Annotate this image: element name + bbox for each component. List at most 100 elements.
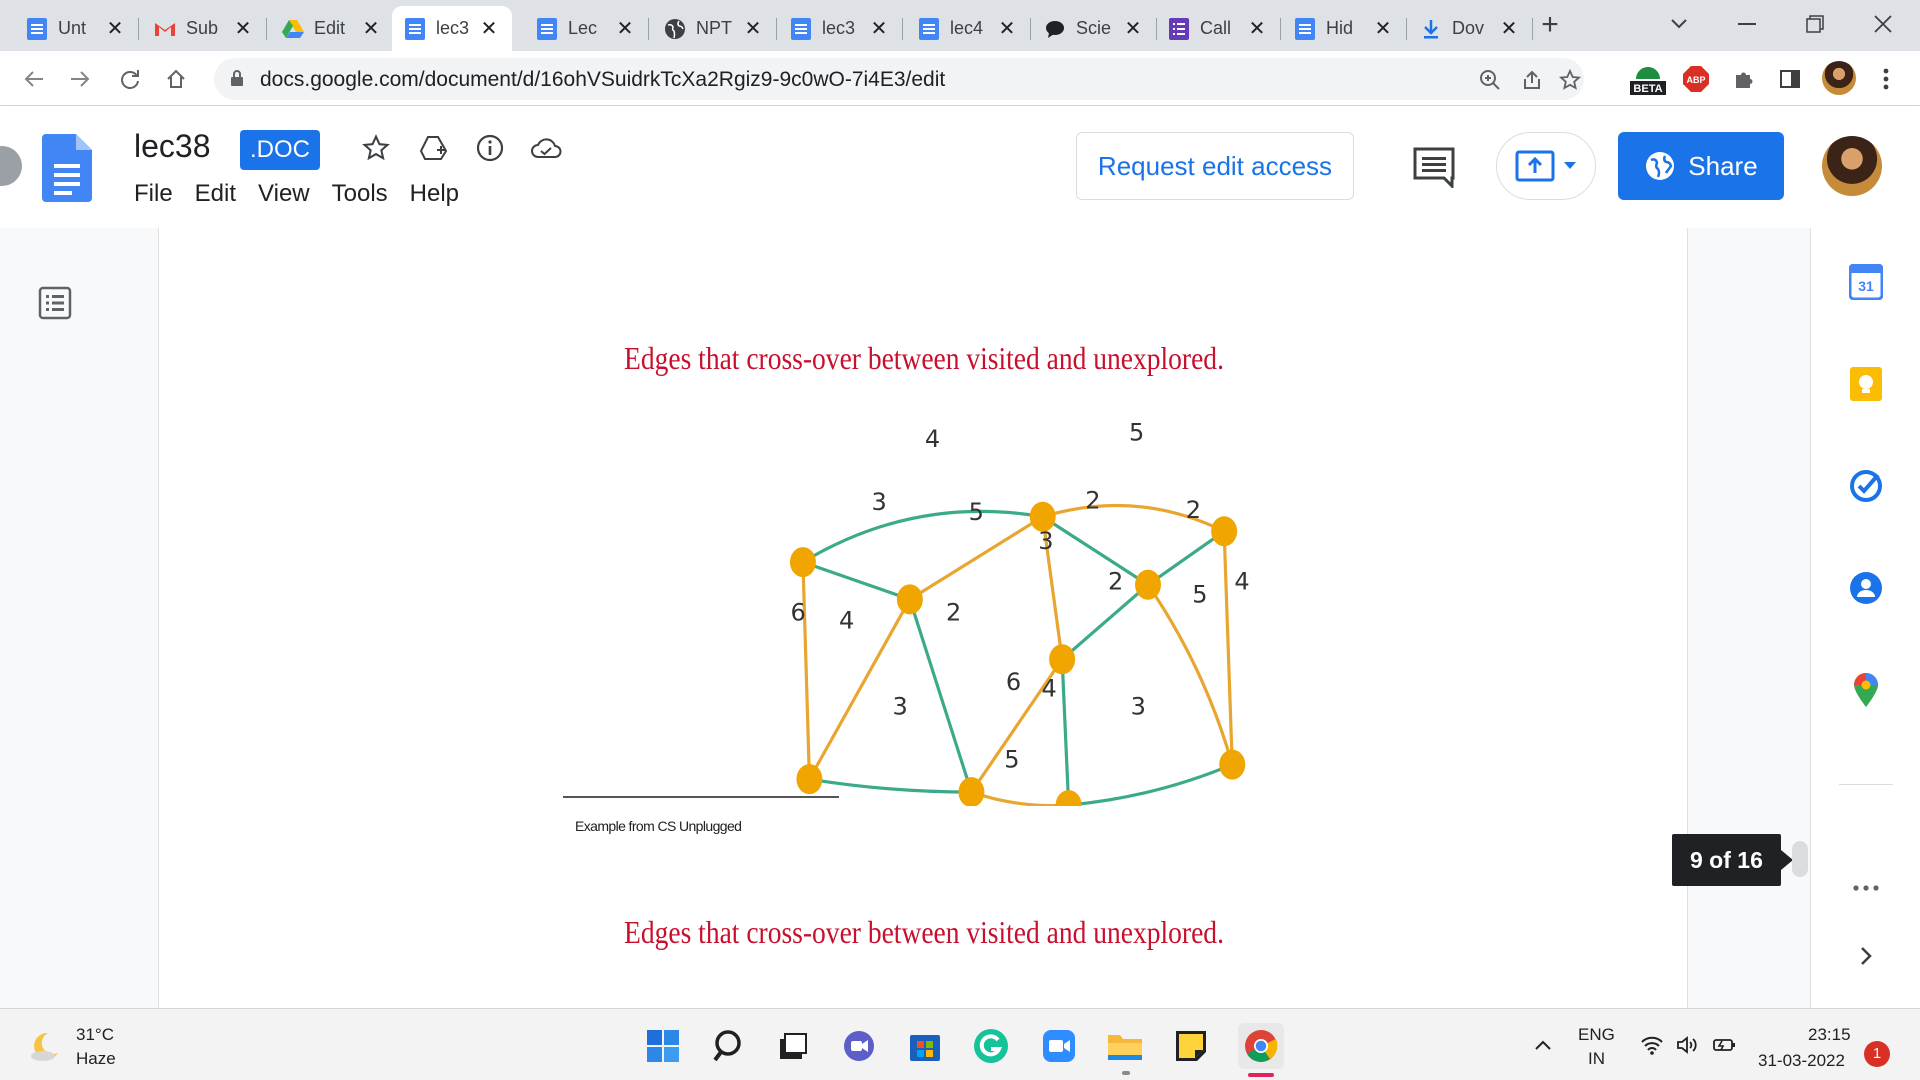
browser-tab[interactable]: Dov ✕ — [1408, 6, 1533, 51]
tray-overflow-icon[interactable] — [1534, 1031, 1552, 1057]
tab-title: Lec — [568, 18, 598, 38]
grammarly-icon[interactable] — [972, 1027, 1010, 1065]
calendar-icon[interactable]: 31 — [1848, 264, 1884, 300]
close-tab-icon[interactable]: ✕ — [1496, 15, 1522, 41]
maps-icon[interactable] — [1848, 672, 1884, 708]
microsoft-store-icon[interactable] — [906, 1027, 944, 1065]
close-tab-icon[interactable]: ✕ — [1370, 15, 1396, 41]
share-button[interactable]: Share — [1618, 132, 1784, 200]
minimize-button[interactable] — [1722, 6, 1772, 42]
windows-start-icon[interactable] — [644, 1027, 682, 1065]
close-tab-icon[interactable]: ✕ — [1120, 15, 1146, 41]
weather-temperature[interactable]: 31°C — [76, 1025, 114, 1045]
clock-time[interactable]: 23:15 — [1808, 1025, 1851, 1045]
google-docs-icon — [26, 17, 48, 40]
browser-tab[interactable]: lec3 ✕ — [778, 6, 903, 51]
task-view-icon[interactable] — [774, 1027, 812, 1065]
browser-tab[interactable]: Sub ✕ — [142, 6, 267, 51]
present-button[interactable] — [1496, 132, 1596, 200]
share-page-icon[interactable] — [1518, 66, 1546, 94]
address-bar[interactable]: docs.google.com/document/d/16ohVSuidrkTc… — [214, 58, 1584, 100]
expand-icon[interactable] — [1848, 938, 1884, 974]
battery-icon[interactable] — [1712, 1035, 1738, 1055]
browser-tab[interactable]: lec4 ✕ — [906, 6, 1031, 51]
browser-tab[interactable]: Unt ✕ — [14, 6, 139, 51]
system-tray[interactable] — [1640, 1035, 1738, 1055]
menu-edit[interactable]: Edit — [195, 180, 236, 208]
info-icon[interactable] — [472, 130, 508, 166]
input-region[interactable]: IN — [1588, 1049, 1605, 1069]
input-language[interactable]: ENG — [1578, 1025, 1615, 1045]
browser-tab[interactable]: Edit ✕ — [270, 6, 394, 51]
grammarly-badge-icon[interactable] — [0, 146, 22, 186]
teams-chat-icon[interactable] — [840, 1027, 878, 1065]
new-tab-button[interactable]: + — [1534, 10, 1566, 42]
document-title[interactable]: lec38 — [134, 128, 211, 165]
request-edit-access-button[interactable]: Request edit access — [1076, 132, 1354, 200]
cloud-saved-icon[interactable] — [528, 130, 564, 166]
browser-tab[interactable]: lec3 ✕ — [392, 6, 512, 51]
browser-tab[interactable]: Scie ✕ — [1032, 6, 1157, 51]
zoom-app-icon[interactable] — [1040, 1027, 1078, 1065]
keep-icon[interactable] — [1848, 366, 1884, 402]
side-panel-icon[interactable] — [1774, 63, 1806, 95]
close-tab-icon[interactable]: ✕ — [358, 15, 384, 41]
forward-button[interactable] — [62, 61, 98, 97]
reload-button[interactable] — [112, 61, 148, 97]
menu-file[interactable]: File — [134, 180, 173, 208]
tab-search-icon[interactable] — [1654, 6, 1704, 42]
active-app-indicator — [1248, 1073, 1274, 1077]
file-explorer-icon[interactable] — [1106, 1027, 1144, 1065]
close-tab-icon[interactable]: ✕ — [866, 15, 892, 41]
chrome-taskbar-icon[interactable] — [1238, 1023, 1284, 1069]
close-tab-icon[interactable]: ✕ — [612, 15, 638, 41]
bookmark-star-icon[interactable] — [1556, 66, 1584, 94]
google-docs-icon — [1294, 17, 1316, 40]
user-avatar[interactable] — [1822, 136, 1882, 196]
google-docs-logo-icon[interactable] — [42, 134, 92, 202]
url-text[interactable]: docs.google.com/document/d/16ohVSuidrkTc… — [260, 68, 945, 92]
browser-tab-strip: Unt ✕ Sub ✕ Edit ✕ lec3 ✕ Lec ✕ NPT ✕ lec3 ✕ lec4 ✕ Scie… — [0, 0, 1920, 51]
browser-tab[interactable]: Call ✕ — [1156, 6, 1281, 51]
scrollbar-thumb[interactable] — [1792, 841, 1808, 877]
weather-condition[interactable]: Haze — [76, 1049, 116, 1069]
star-icon[interactable] — [358, 130, 394, 166]
clock-date[interactable]: 31-03-2022 — [1758, 1051, 1845, 1071]
more-icon[interactable] — [1848, 870, 1884, 906]
close-tab-icon[interactable]: ✕ — [740, 15, 766, 41]
notification-badge[interactable]: 1 — [1864, 1041, 1890, 1067]
menu-tools[interactable]: Tools — [332, 180, 388, 208]
menu-help[interactable]: Help — [410, 180, 459, 208]
comment-history-icon[interactable] — [1412, 146, 1456, 188]
beta-extension-icon[interactable]: BETA — [1628, 59, 1668, 99]
page-indicator: 9 of 16 — [1672, 834, 1793, 886]
browser-menu-icon[interactable] — [1870, 63, 1902, 95]
restore-button[interactable] — [1790, 6, 1840, 42]
document-page[interactable]: Edges that cross-over between visited an… — [158, 228, 1688, 1008]
contacts-icon[interactable] — [1848, 570, 1884, 606]
close-tab-icon[interactable]: ✕ — [994, 15, 1020, 41]
document-outline-icon[interactable] — [38, 286, 72, 320]
close-tab-icon[interactable]: ✕ — [230, 15, 256, 41]
browser-tab[interactable]: NPT ✕ — [652, 6, 777, 51]
close-tab-icon[interactable]: ✕ — [476, 15, 502, 41]
move-to-drive-icon[interactable] — [416, 130, 452, 166]
close-window-button[interactable] — [1858, 6, 1908, 42]
browser-tab[interactable]: Lec ✕ — [524, 6, 649, 51]
profile-avatar[interactable] — [1822, 61, 1856, 95]
browser-tab[interactable]: Hid ✕ — [1282, 6, 1407, 51]
volume-icon[interactable] — [1676, 1035, 1700, 1055]
menu-view[interactable]: View — [258, 180, 310, 208]
close-tab-icon[interactable]: ✕ — [102, 15, 128, 41]
wifi-icon[interactable] — [1640, 1035, 1664, 1055]
extensions-puzzle-icon[interactable] — [1728, 63, 1760, 95]
sticky-notes-icon[interactable] — [1172, 1027, 1210, 1065]
close-tab-icon[interactable]: ✕ — [1244, 15, 1270, 41]
home-button[interactable] — [158, 61, 194, 97]
back-button[interactable] — [16, 61, 52, 97]
zoom-icon[interactable] — [1476, 66, 1504, 94]
adblock-plus-icon[interactable]: ABP — [1680, 63, 1712, 95]
search-icon[interactable] — [710, 1027, 748, 1065]
tasks-icon[interactable] — [1848, 468, 1884, 504]
weather-moon-icon[interactable] — [28, 1029, 62, 1063]
